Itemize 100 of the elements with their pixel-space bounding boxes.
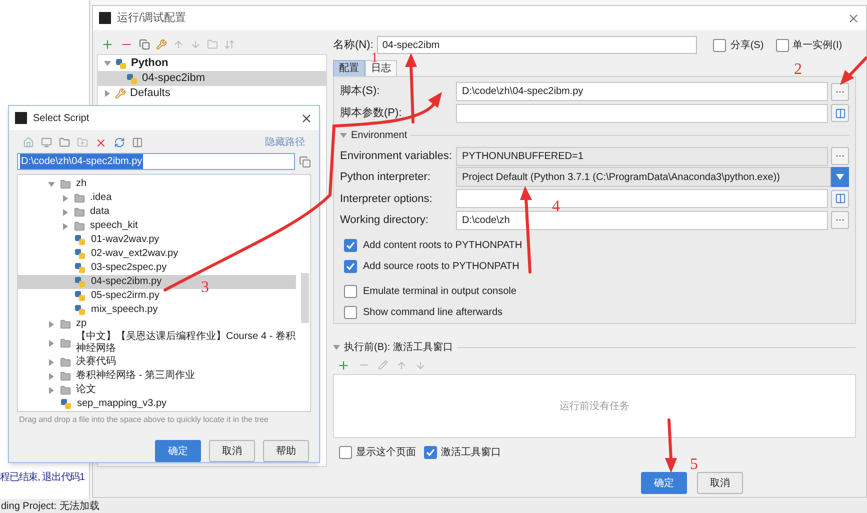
home-icon[interactable] (23, 137, 34, 148)
clipboard-icon[interactable] (299, 156, 311, 168)
wrench-icon (115, 88, 126, 99)
folder-icon (60, 338, 71, 348)
tree-item[interactable]: 04-spec2ibm (98, 71, 326, 86)
panel-icon[interactable] (132, 137, 143, 148)
checkbox-label: 分享(S) (730, 38, 764, 52)
expanded-arrow-icon[interactable] (104, 60, 111, 67)
folder-icon[interactable] (59, 137, 70, 148)
ok-button[interactable]: 确定 (155, 440, 201, 462)
add-icon[interactable] (337, 358, 350, 372)
interpreter-dropdown[interactable]: Project Default (Python 3.7.1 (C:\ProgramData\Anaconda3\python.exe)) (456, 167, 832, 188)
tree-item[interactable]: zp (18, 317, 296, 331)
input-field[interactable] (456, 104, 828, 123)
checkbox[interactable] (344, 260, 357, 273)
tree-item[interactable]: zh (18, 177, 296, 191)
close-icon[interactable] (300, 112, 313, 124)
input-field[interactable]: D:\code\zh (456, 210, 828, 230)
browse-button[interactable] (831, 211, 850, 230)
dialog-button[interactable]: 帮助 (263, 440, 309, 462)
path-input[interactable]: D:\code\zh\04-spec2ibm.py (17, 153, 295, 170)
expanded-arrow-icon[interactable] (48, 180, 55, 188)
python-file-icon (74, 304, 86, 316)
checkbox[interactable] (776, 38, 789, 52)
tree-item[interactable]: 01-wav2wav.py (18, 233, 296, 247)
ellipsis-icon (836, 90, 844, 93)
tree-item[interactable]: .idea (18, 191, 296, 205)
input-field[interactable]: D:\code\zh\04-spec2ibm.py (456, 82, 828, 102)
collapsed-arrow-icon[interactable] (62, 222, 69, 230)
checkbox[interactable] (339, 446, 352, 458)
collapsed-arrow-icon[interactable] (62, 194, 69, 202)
close-icon[interactable] (847, 12, 860, 24)
expanded-arrow-icon[interactable] (333, 344, 340, 350)
folder-icon[interactable] (207, 38, 218, 50)
name-input[interactable]: 04-spec2ibm (377, 36, 698, 54)
checkbox[interactable] (424, 446, 437, 458)
annotation-arrow (840, 56, 867, 85)
checkbox[interactable] (344, 285, 357, 298)
checkbox[interactable] (344, 239, 357, 252)
collapsed-arrow-icon[interactable] (62, 208, 69, 216)
delete-icon[interactable] (95, 136, 107, 148)
browse-button[interactable] (831, 82, 850, 101)
tree-item[interactable]: 03-spec2spec.py (18, 261, 296, 275)
tree-item[interactable]: sep_mapping_v3.py (18, 397, 296, 411)
tree-item[interactable]: data (18, 205, 296, 219)
annotation-number: 5 (690, 457, 698, 473)
expand-button[interactable] (831, 190, 850, 208)
tab[interactable]: 配置 (333, 60, 365, 76)
collapsed-arrow-icon[interactable] (48, 386, 55, 394)
desktop-icon[interactable] (41, 137, 52, 148)
new-folder-icon[interactable] (77, 137, 88, 148)
expanded-arrow-icon[interactable] (340, 132, 347, 140)
collapsed-arrow-icon[interactable] (104, 90, 111, 97)
section-title: Environment (351, 129, 408, 144)
tree-item[interactable]: Defaults (98, 86, 326, 101)
field-label: 脚本(S): (340, 84, 381, 100)
drag-drop-hint: Drag and drop a file into the space above to quickly locate it in the tree (18, 414, 270, 426)
window-title: 运行/调试配置 (117, 10, 186, 26)
ok-button[interactable]: 确定 (641, 472, 687, 494)
dropdown-button[interactable] (831, 167, 850, 188)
browse-button[interactable] (831, 147, 850, 166)
tree-item[interactable]: mix_speech.py (18, 303, 296, 317)
folder-icon (74, 192, 85, 204)
move-up-icon[interactable] (173, 38, 184, 50)
wrench-icon[interactable] (156, 38, 167, 50)
collapsed-arrow-icon[interactable] (48, 372, 55, 380)
scrollbar-thumb[interactable] (301, 273, 309, 323)
checkbox[interactable] (713, 38, 726, 52)
tree-item[interactable]: speech_kit (18, 219, 296, 233)
expand-button[interactable] (831, 104, 850, 122)
tree-item[interactable]: 卷积神经网络 - 第三周作业 (18, 369, 296, 383)
dialog-button[interactable]: 取消 (697, 472, 743, 494)
folder-icon (60, 178, 71, 190)
add-icon[interactable] (101, 38, 114, 50)
name-label: 名称(N): (333, 38, 374, 52)
field-label: Python interpreter: (340, 170, 432, 186)
app-logo-icon (15, 112, 27, 124)
console-text: 程已结束, 退出代码1 (0, 470, 85, 485)
checkbox-label: Add content roots to PYTHONPATH (363, 239, 522, 253)
input-field[interactable]: PYTHONUNBUFFERED=1 (456, 146, 828, 166)
tree-item[interactable]: 02-wav_ext2wav.py (18, 247, 296, 261)
copy-icon[interactable] (139, 38, 150, 50)
refresh-icon[interactable] (114, 137, 125, 148)
dialog-button[interactable]: 取消 (209, 440, 255, 462)
tree-item[interactable]: Python (98, 56, 326, 71)
python-file-icon (74, 290, 86, 302)
tree-item[interactable]: 论文 (18, 383, 296, 397)
folder-icon (60, 370, 71, 382)
move-down-icon[interactable] (415, 360, 426, 370)
sort-icon[interactable] (224, 38, 235, 50)
collapsed-arrow-icon[interactable] (48, 340, 55, 346)
checkbox[interactable] (344, 306, 357, 319)
tree-item[interactable]: 决赛代码 (18, 355, 296, 369)
edit-icon[interactable] (378, 360, 388, 370)
move-down-icon[interactable] (190, 38, 201, 50)
collapsed-arrow-icon[interactable] (48, 320, 55, 328)
collapsed-arrow-icon[interactable] (48, 358, 55, 366)
move-up-icon[interactable] (396, 360, 407, 370)
checkmark-icon (426, 448, 435, 456)
tree-item[interactable]: 【中文】【吴恩达课后编程作业】Course 4 - 卷积神经网络 (18, 331, 296, 355)
